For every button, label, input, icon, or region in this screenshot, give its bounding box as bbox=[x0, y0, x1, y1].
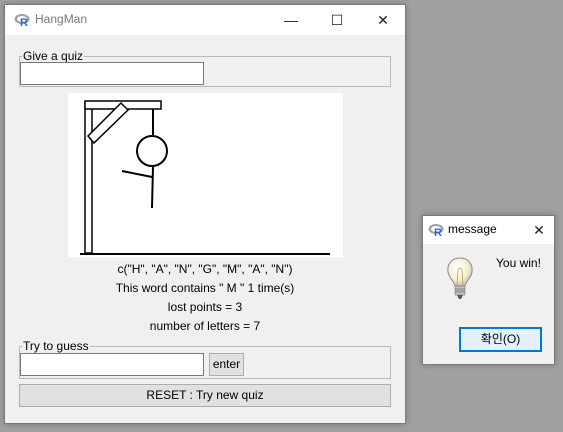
hangman-drawing bbox=[68, 93, 343, 257]
dialog-close-button[interactable]: ✕ bbox=[524, 216, 554, 244]
gallows-post bbox=[84, 102, 93, 254]
body bbox=[151, 165, 154, 209]
ok-button[interactable]: 확인(O) bbox=[459, 327, 542, 352]
dialog-message: You win! bbox=[496, 256, 541, 270]
guess-group-legend: Try to guess bbox=[23, 339, 89, 353]
num-letters-text: number of letters = 7 bbox=[149, 319, 261, 333]
enter-button[interactable]: enter bbox=[209, 353, 244, 376]
hangman-window: R HangMan — ☐ ✕ Give a quiz c("H", "A", … bbox=[4, 4, 406, 424]
window-title: HangMan bbox=[35, 12, 88, 26]
reset-button[interactable]: RESET : Try new quiz bbox=[19, 384, 391, 407]
lightbulb-icon bbox=[447, 257, 473, 299]
lost-points-text: lost points = 3 bbox=[167, 300, 243, 314]
minimize-button[interactable]: — bbox=[268, 5, 314, 35]
svg-text:R: R bbox=[434, 227, 442, 237]
guess-input[interactable] bbox=[20, 353, 204, 376]
close-button[interactable]: ✕ bbox=[360, 5, 406, 35]
quiz-input[interactable] bbox=[20, 62, 204, 85]
quiz-group-legend: Give a quiz bbox=[23, 49, 84, 63]
message-dialog: R message ✕ You win! 확인(O) bbox=[422, 215, 555, 365]
svg-text:R: R bbox=[20, 17, 28, 27]
r-logo-icon: R bbox=[428, 224, 444, 237]
word-vector-text: c("H", "A", "N", "G", "M", "A", "N") bbox=[117, 262, 293, 276]
dialog-title-bar[interactable]: R message ✕ bbox=[423, 216, 554, 244]
dialog-title: message bbox=[448, 222, 497, 236]
maximize-button[interactable]: ☐ bbox=[314, 5, 360, 35]
head bbox=[136, 135, 168, 167]
contains-text: This word contains " M " 1 time(s) bbox=[115, 281, 295, 295]
r-logo-icon: R bbox=[14, 14, 30, 27]
title-bar[interactable]: R HangMan — ☐ ✕ bbox=[5, 5, 405, 35]
